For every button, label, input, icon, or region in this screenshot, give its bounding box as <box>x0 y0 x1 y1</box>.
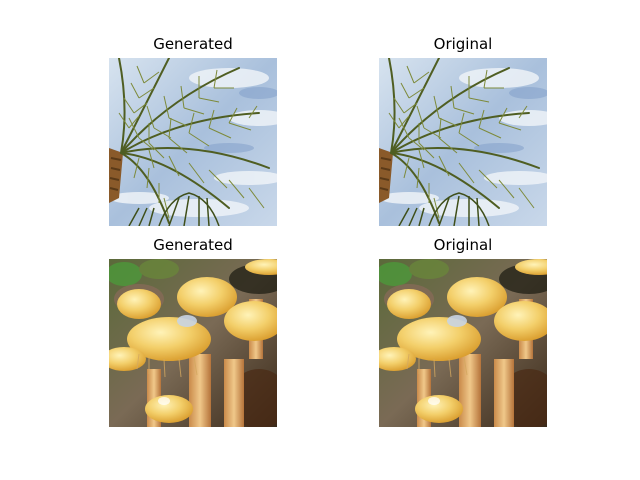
panel-title: Original <box>433 35 493 53</box>
figure: Generated Original Generated Original <box>0 0 640 480</box>
palm-tree-image <box>109 58 277 226</box>
panel-title: Generated <box>153 35 233 53</box>
mushroom-image <box>109 259 277 427</box>
panel-title: Generated <box>153 236 233 254</box>
palm-tree-image <box>379 58 547 226</box>
mushroom-image <box>379 259 547 427</box>
panel-title: Original <box>433 236 493 254</box>
